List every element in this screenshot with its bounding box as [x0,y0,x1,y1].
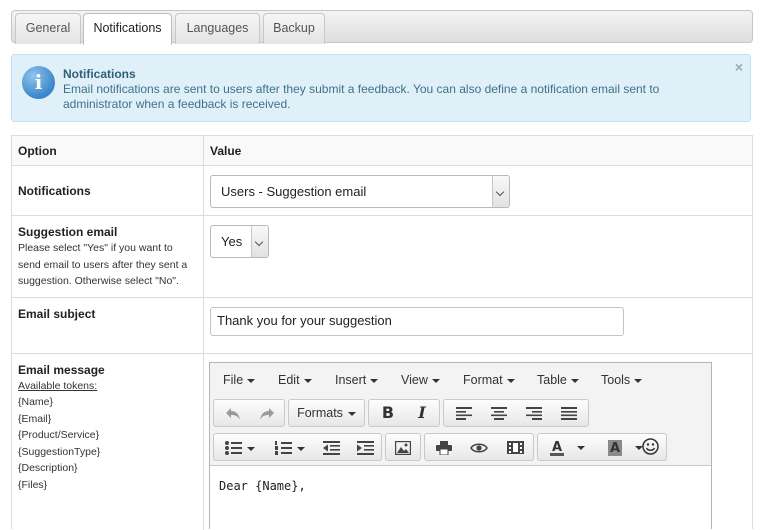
align-left-icon[interactable] [446,400,481,426]
image-icon[interactable] [386,434,420,460]
style-group: B I [368,399,440,427]
align-center-icon[interactable] [481,400,516,426]
suggestion-email-description: Please select "Yes" if you want to send … [18,242,188,287]
header-value: Value [210,144,242,158]
menu-format[interactable]: Format [463,373,515,387]
align-right-icon[interactable] [516,400,551,426]
chevron-down-icon [251,226,268,257]
media-icon[interactable] [497,434,533,460]
notifications-select-value: Users - Suggestion email [221,184,367,199]
menu-file[interactable]: File [223,373,256,387]
token-files: {Files} [18,478,48,491]
align-justify-icon[interactable] [551,400,586,426]
outdent-icon[interactable] [314,434,348,460]
tab-general[interactable]: General [15,13,81,44]
editor-content-text: Dear {Name}, [219,479,306,493]
numbered-list-icon[interactable] [266,434,314,460]
token-product-service: {Product/Service} [18,429,100,441]
token-name: {Name} [18,396,54,408]
menu-tools[interactable]: Tools [601,373,643,387]
tab-bar: General Notifications Languages Backup [11,10,753,45]
menu-table[interactable]: Table [537,373,579,387]
svg-text:A: A [552,440,562,455]
history-group [213,399,285,427]
token-list: {Name} {Email} {Product/Service} {Sugges… [18,394,100,493]
available-tokens-label: Available tokens: [18,380,98,392]
preview-icon[interactable] [461,434,497,460]
table-row: Notifications Users - Suggestion email [12,166,752,216]
caret-down-icon [570,378,579,383]
formats-label: Formats [297,406,343,420]
italic-icon[interactable]: I [405,400,439,426]
menu-view[interactable]: View [401,373,440,387]
caret-down-icon [370,378,379,383]
caret-down-icon [634,378,643,383]
email-subject-input[interactable]: Thank you for your suggestion [210,307,624,336]
suggestion-email-select-value: Yes [221,234,243,249]
token-description: {Description} [18,462,78,474]
formats-dropdown[interactable]: Formats [288,399,365,427]
email-subject-label: Email subject [18,307,96,321]
notifications-label: Notifications [18,184,91,198]
info-text: Email notifications are sent to users af… [63,82,660,111]
editor-toolbar-row-1: Formats B I [210,397,711,431]
info-title: Notifications [63,67,136,81]
text-color-icon[interactable]: A [540,434,596,460]
caret-down-icon [247,378,256,383]
caret-down-icon [303,378,312,383]
table-header: Option Value [12,136,752,166]
editor-toolbar-row-2: A A [210,431,711,465]
bold-icon[interactable]: B [371,400,405,426]
align-group [443,399,589,427]
menu-insert[interactable]: Insert [335,373,379,387]
print-icon[interactable] [427,434,461,460]
token-email: {Email} [18,412,52,425]
emoticon-group [633,433,669,461]
undo-icon[interactable] [216,400,250,426]
caret-down-icon [347,411,356,416]
svg-text:A: A [610,441,620,456]
redo-icon[interactable] [250,400,284,426]
info-icon: i [22,66,55,99]
token-suggestion-type: {SuggestionType} [18,445,101,458]
info-box: i Notifications Email notifications are … [11,54,751,122]
image-group [385,433,421,461]
caret-down-icon [506,378,515,383]
email-message-label: Email message [18,363,105,377]
menu-edit[interactable]: Edit [278,373,312,387]
chevron-down-icon [492,176,509,207]
header-option: Option [18,144,57,158]
suggestion-email-select[interactable]: Yes [210,225,269,258]
bullet-list-icon[interactable] [216,434,264,460]
email-message-editor: File Edit Insert View Format Table Tools… [209,362,712,529]
close-icon[interactable]: × [735,59,743,75]
emoticon-icon[interactable] [633,433,667,459]
indent-icon[interactable] [348,434,382,460]
tab-notifications[interactable]: Notifications [83,13,172,45]
caret-down-icon [431,378,440,383]
notifications-select[interactable]: Users - Suggestion email [210,175,510,208]
tab-backup[interactable]: Backup [263,13,325,44]
suggestion-email-label: Suggestion email [18,225,118,239]
table-row: Email subject Thank you for your suggest… [12,298,752,354]
editor-content-area[interactable]: Dear {Name}, [210,465,711,529]
table-row: Suggestion email Please select "Yes" if … [12,216,752,298]
tab-languages[interactable]: Languages [175,13,260,44]
editor-menubar: File Edit Insert View Format Table Tools [210,363,711,397]
view-group [424,433,534,461]
list-group [213,433,382,461]
